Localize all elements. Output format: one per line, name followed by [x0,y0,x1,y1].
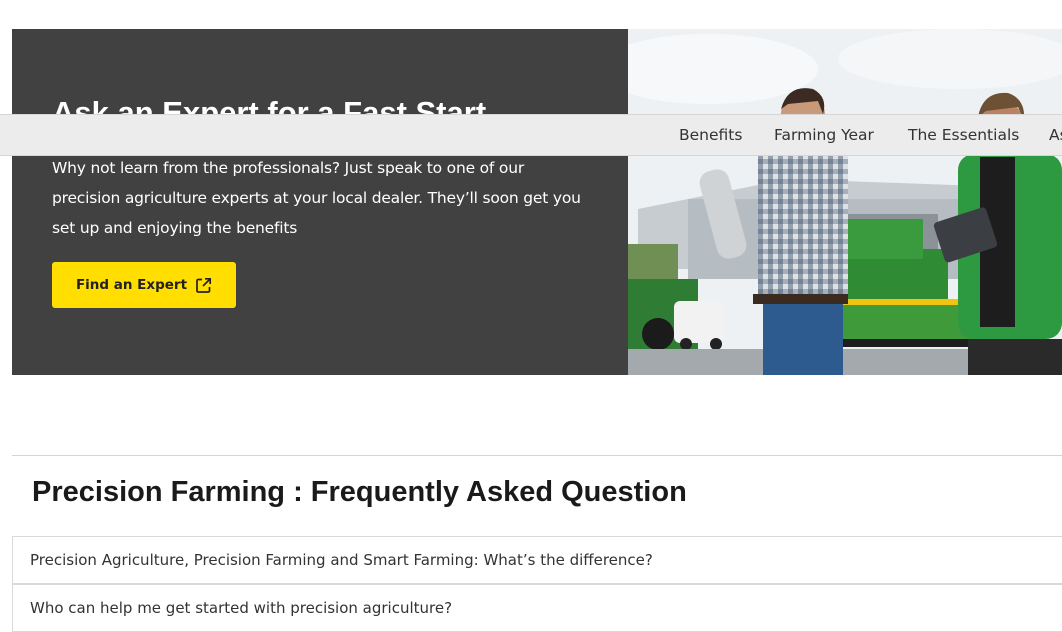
subnav-item-benefits[interactable]: Benefits [679,115,742,155]
subnav-item-overflow[interactable]: As [1049,115,1062,155]
section-subnav: Benefits Farming Year The Essentials As [0,114,1062,156]
subnav-item-the-essentials[interactable]: The Essentials [908,115,1019,155]
faq-item-difference[interactable]: Precision Agriculture, Precision Farming… [12,536,1062,584]
hero-body-text: Why not learn from the professionals? Ju… [52,159,581,237]
find-expert-label: Find an Expert [75,277,188,293]
faq-question: Who can help me get started with precisi… [30,599,453,617]
hero-text-panel: Ask an Expert for a Fast Start Why not l… [12,29,628,375]
section-divider [12,455,1062,456]
hero-section: Ask an Expert for a Fast Start Why not l… [12,29,1062,375]
external-link-icon [196,277,212,293]
faq-title: Precision Farming : Frequently Asked Que… [32,476,687,508]
find-expert-button[interactable]: Find an Expert [52,262,236,308]
subnav-item-farming-year[interactable]: Farming Year [774,115,874,155]
hero-image [628,29,1062,375]
faq-item-get-started[interactable]: Who can help me get started with precisi… [12,584,1062,632]
faq-question: Precision Agriculture, Precision Farming… [30,551,653,569]
hero-photo-illustration [628,29,1062,375]
